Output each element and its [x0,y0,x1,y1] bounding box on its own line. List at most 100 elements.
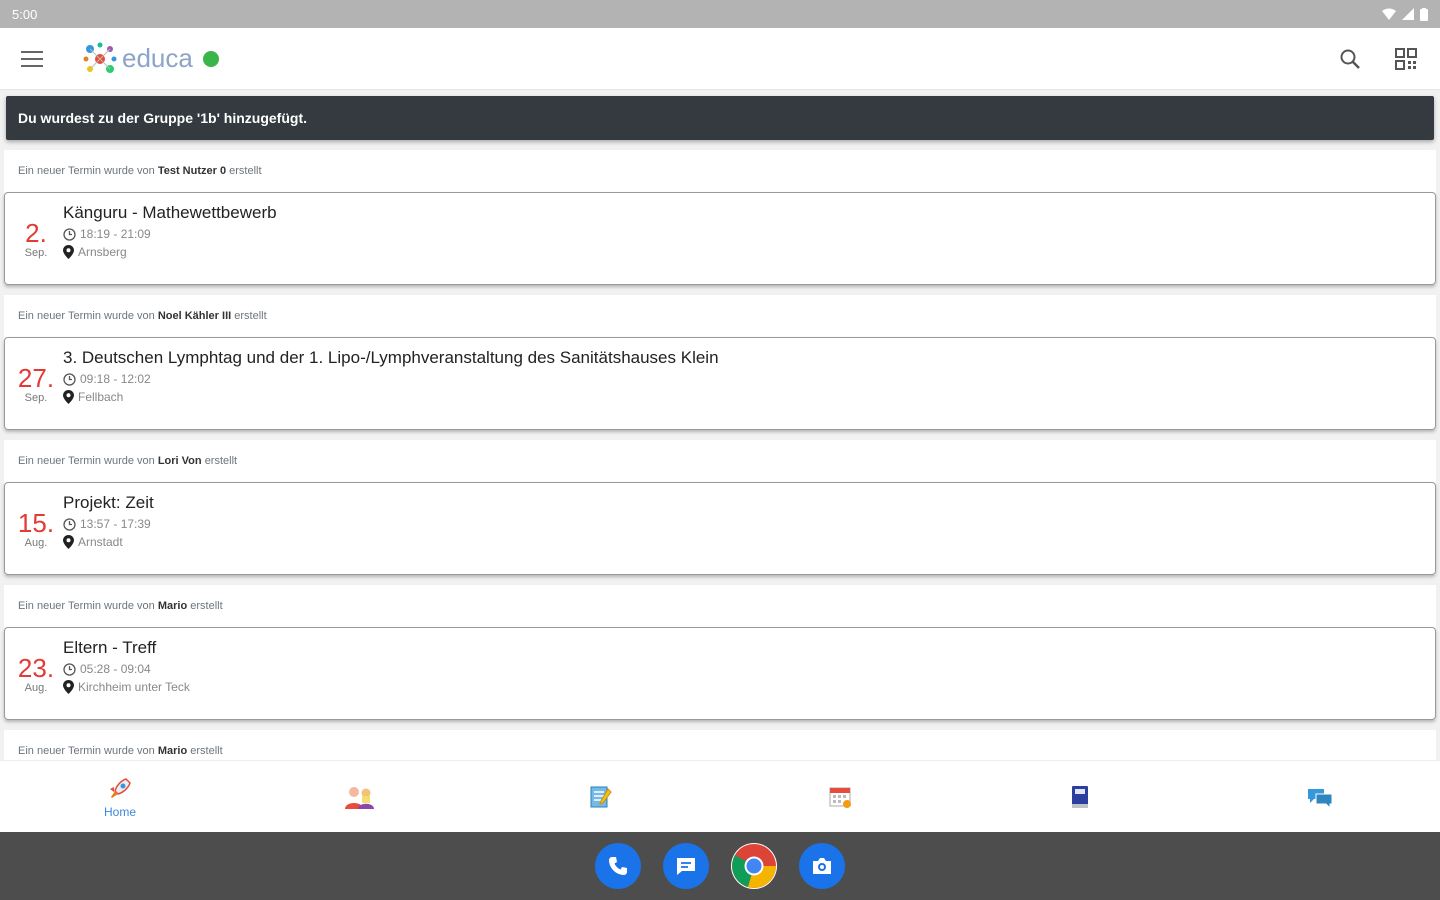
event-card[interactable]: 15. Aug. Projekt: Zeit 13:57 - 17:39 Arn… [4,482,1436,575]
header-prefix: Ein neuer Termin wurde von [18,165,155,177]
qr-code-icon [1395,47,1417,70]
signal-icon [1402,8,1414,20]
battery-icon [1420,7,1428,21]
event-location: Kirchheim unter Teck [78,680,190,694]
dock-camera[interactable] [799,843,845,889]
event-date: 23. Aug. [15,638,57,709]
nav-messages[interactable] [1200,761,1440,832]
wifi-icon [1382,8,1396,20]
group-added-notice: Du wurdest zu der Gruppe '1b' hinzugefüg… [6,96,1434,140]
search-button[interactable] [1332,41,1368,77]
nav-notes[interactable] [480,761,720,832]
nav-home[interactable]: Home [0,761,240,832]
event-location: Arnsberg [78,245,127,259]
event-time: 09:18 - 12:02 [80,372,151,386]
event-location-row: Arnstadt [63,535,154,549]
event-title: Projekt: Zeit [63,493,154,512]
feed-item-header: Ein neuer Termin wurde von Mario erstell… [4,585,1436,627]
online-status-dot [202,50,219,67]
feed-item: Ein neuer Termin wurde von Test Nutzer 0… [4,150,1436,285]
clock-icon [63,517,76,531]
qr-code-button[interactable] [1388,41,1424,77]
feed-item: Ein neuer Termin wurde von Mario erstell… [4,585,1436,720]
event-time: 13:57 - 17:39 [80,517,151,531]
event-month: Sep. [24,246,48,259]
event-day: 27. [17,362,55,393]
dock-chrome[interactable] [731,843,777,889]
event-location-row: Arnsberg [63,245,277,259]
rocket-icon [110,777,131,798]
menu-button[interactable] [0,28,64,90]
phone-icon [609,857,627,875]
author-name[interactable]: Lori Von [158,455,202,467]
location-pin-icon [63,680,74,694]
system-dock [0,832,1440,900]
bottom-navigation: Home [0,760,1440,832]
book-icon [1072,785,1088,808]
event-location: Fellbach [78,390,124,404]
app-bar: educa [0,28,1440,90]
search-icon [1340,49,1360,69]
feed-item-header: Ein neuer Termin wurde von Noel Kähler I… [4,295,1436,337]
event-info: 3. Deutschen Lymphtag und der 1. Lipo-/L… [63,348,719,419]
group-icon [345,786,374,809]
event-location-row: Fellbach [63,390,719,404]
event-title: Känguru - Mathewettbewerb [63,203,277,222]
feed-item-header: Ein neuer Termin wurde von Lori Von erst… [4,440,1436,482]
header-suffix: erstellt [190,600,223,612]
notes-icon [590,786,612,807]
header-suffix: erstellt [204,455,238,467]
event-card[interactable]: 27. Sep. 3. Deutschen Lymphtag und der 1… [4,337,1436,430]
header-prefix: Ein neuer Termin wurde von [18,455,155,467]
chrome-icon [732,844,776,888]
nav-documents[interactable] [960,761,1200,832]
feed-item: Ein neuer Termin wurde von Lori Von erst… [4,440,1436,575]
event-day: 2. [25,217,47,248]
event-date: 2. Sep. [15,203,57,274]
author-name[interactable]: Test Nutzer 0 [158,165,226,177]
header-prefix: Ein neuer Termin wurde von [18,600,155,612]
event-card[interactable]: 2. Sep. Känguru - Mathewettbewerb 18:19 … [4,192,1436,285]
chat-icon [1308,788,1333,809]
event-time: 05:28 - 09:04 [80,662,151,676]
hamburger-icon [21,50,43,67]
event-time-row: 09:18 - 12:02 [63,372,719,386]
location-pin-icon [63,535,74,549]
feed-content[interactable]: Du wurdest zu der Gruppe '1b' hinzugefüg… [0,90,1440,760]
event-info: Känguru - Mathewettbewerb 18:19 - 21:09 … [63,203,277,274]
event-time: 18:19 - 21:09 [80,227,151,241]
event-location: Arnstadt [78,535,123,549]
nav-groups[interactable] [240,761,480,832]
event-month: Sep. [24,391,48,404]
dock-phone[interactable] [595,843,641,889]
educa-logo-icon [83,42,117,73]
location-pin-icon [63,390,74,404]
header-suffix: erstellt [234,310,267,322]
status-bar: 5:00 [0,0,1440,28]
nav-calendar[interactable] [720,761,960,832]
feed-item-header: Ein neuer Termin wurde von Mario erstell… [4,730,1436,760]
clock-icon [63,227,76,241]
event-title: Eltern - Treff [63,638,157,657]
clock-icon [63,662,76,676]
event-info: Eltern - Treff 05:28 - 09:04 Kirchheim u… [63,638,190,709]
location-pin-icon [63,245,74,259]
nav-home-label: Home [103,804,136,819]
header-suffix: erstellt [229,165,262,177]
event-month: Aug. [24,536,48,549]
status-time: 5:00 [12,6,38,22]
feed-item-header: Ein neuer Termin wurde von Test Nutzer 0… [4,150,1436,192]
event-date: 27. Sep. [15,348,57,419]
dock-messages[interactable] [663,843,709,889]
event-time-row: 18:19 - 21:09 [63,227,277,241]
author-name[interactable]: Noel Kähler III [158,310,231,322]
author-name[interactable]: Mario [158,600,187,612]
calendar-icon [829,787,851,808]
status-icons [1382,7,1428,21]
clock-icon [63,372,76,386]
app-logo[interactable]: educa [82,41,219,77]
author-name[interactable]: Mario [158,745,187,757]
event-info: Projekt: Zeit 13:57 - 17:39 Arnstadt [63,493,154,564]
event-card[interactable]: 23. Aug. Eltern - Treff 05:28 - 09:04 Ki… [4,627,1436,720]
feed-item: Ein neuer Termin wurde von Mario erstell… [4,730,1436,760]
